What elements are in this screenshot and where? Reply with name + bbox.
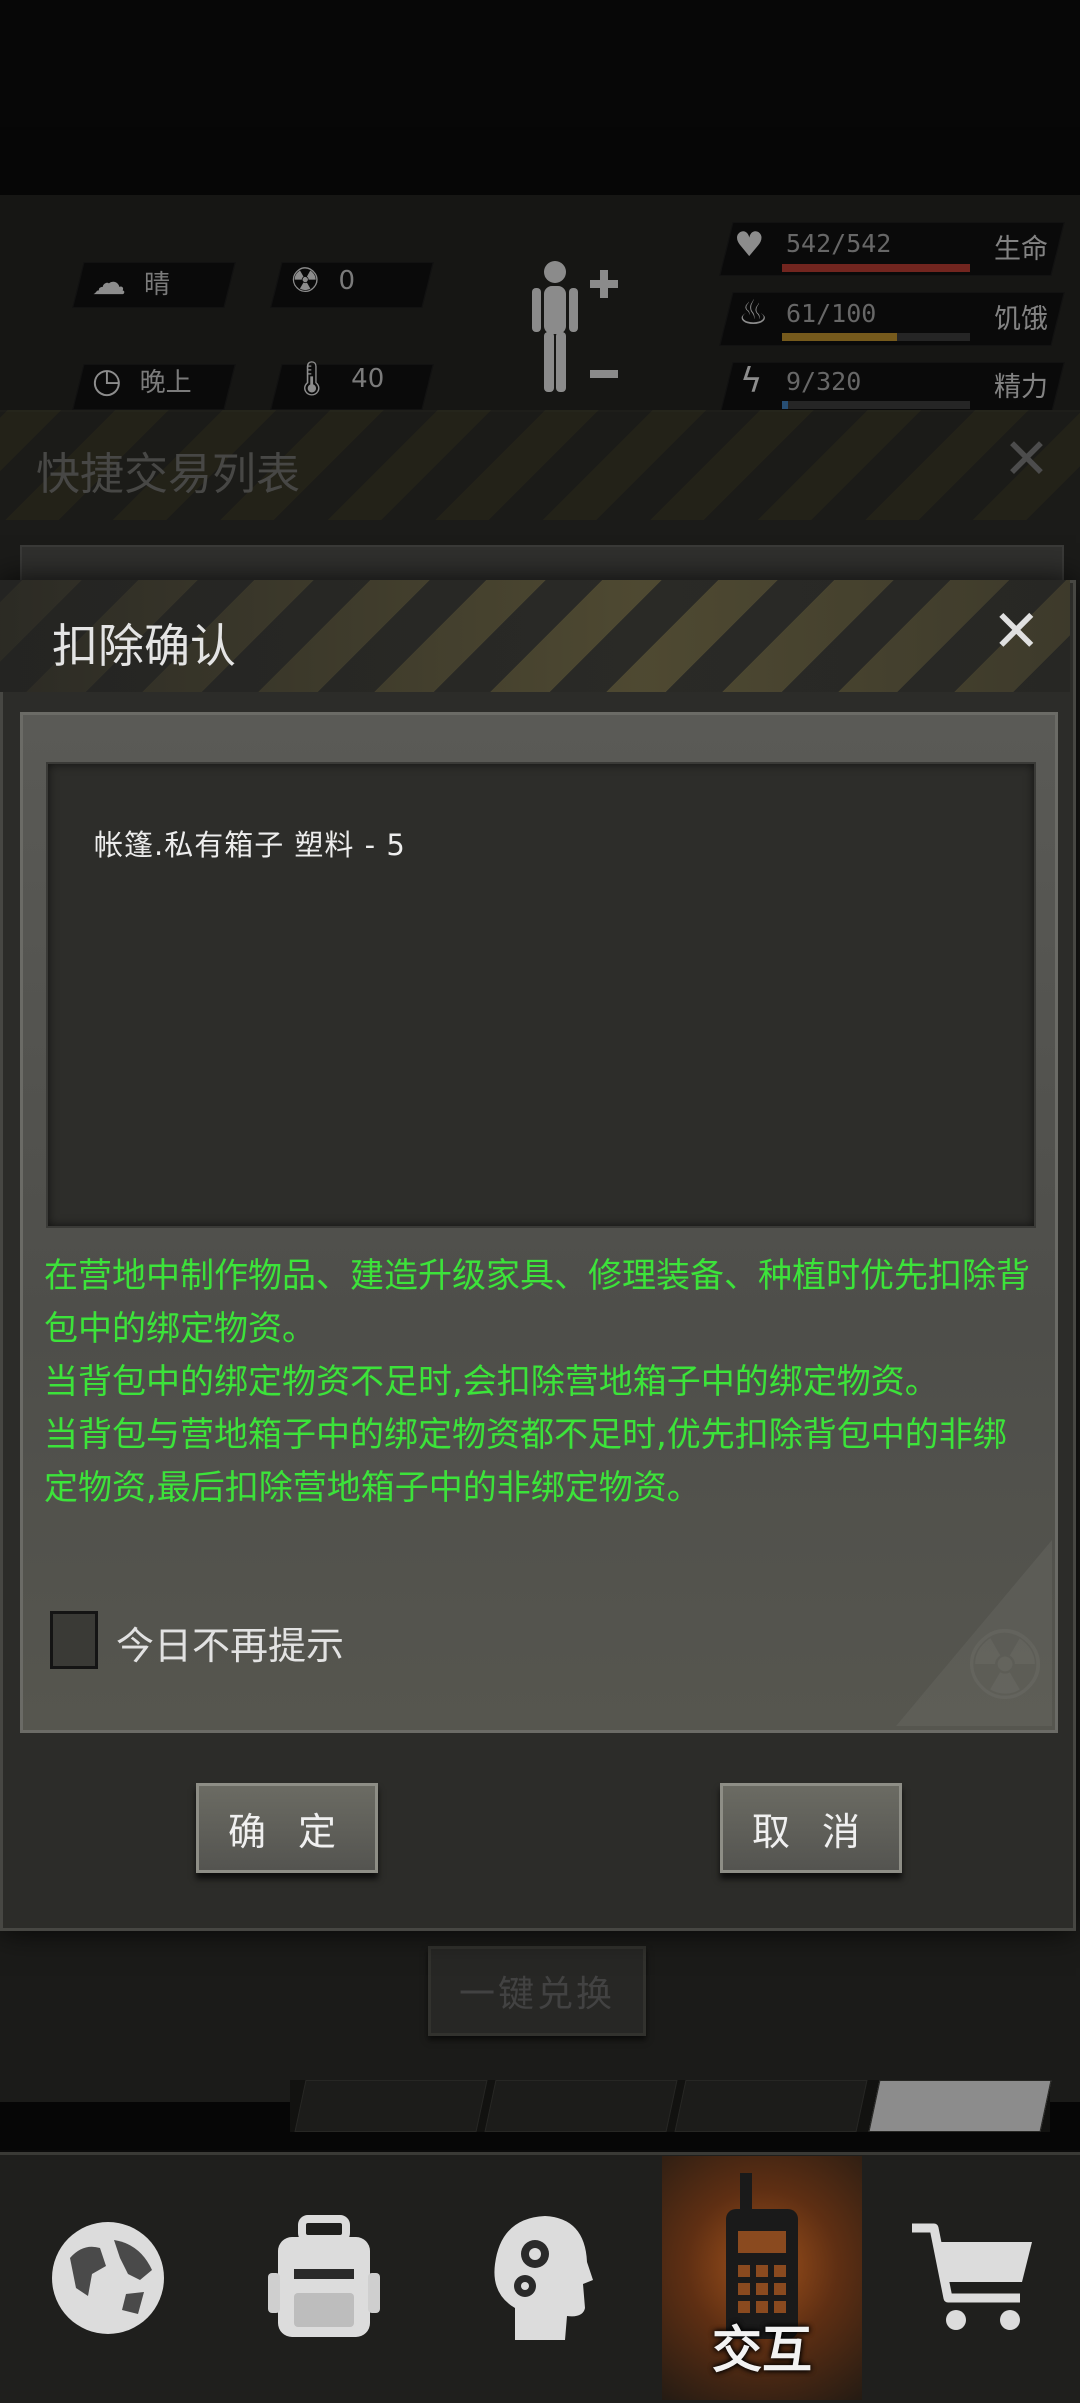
nav-interact-label: 交互 (712, 2321, 812, 2379)
dont-remind-today-checkbox[interactable] (50, 1611, 98, 1669)
globe-icon (52, 2222, 164, 2334)
nav-item-interact[interactable]: 交互 (662, 2156, 862, 2400)
nav-item-backpack[interactable] (216, 2156, 432, 2400)
notice-line: 当背包中的绑定物资不足时,会扣除营地箱子中的绑定物资。 (44, 1362, 939, 1402)
dont-remind-today-label[interactable]: 今日不再提示 (116, 1615, 344, 1670)
nav-item-skills[interactable] (432, 2156, 648, 2400)
dialog-close-icon[interactable]: ✕ (992, 602, 1041, 660)
notice-line: 当背包与营地箱子中的绑定物资都不足时,优先扣除背包中的非绑定物资,最后扣除营地箱… (44, 1415, 1007, 1508)
confirm-button[interactable]: 确 定 (196, 1783, 378, 1873)
deduction-notice: 在营地中制作物品、建造升级家具、修理装备、种植时优先扣除背包中的绑定物资。 当背… (44, 1250, 1034, 1515)
deduction-items-text: 帐篷.私有箱子 塑料 - 5 (94, 828, 406, 862)
notice-line: 在营地中制作物品、建造升级家具、修理装备、种植时优先扣除背包中的绑定物资。 (44, 1256, 1030, 1349)
nav-item-shop[interactable] (866, 2156, 1080, 2400)
dialog-title: 扣除确认 (52, 619, 236, 673)
nav-item-map[interactable] (0, 2156, 216, 2400)
head-gears-icon (494, 2216, 593, 2340)
radiation-watermark-icon: ☢ (962, 1610, 1049, 1722)
cart-icon (912, 2223, 1032, 2330)
cancel-button[interactable]: 取 消 (720, 1783, 902, 1873)
backpack-icon (268, 2215, 380, 2337)
